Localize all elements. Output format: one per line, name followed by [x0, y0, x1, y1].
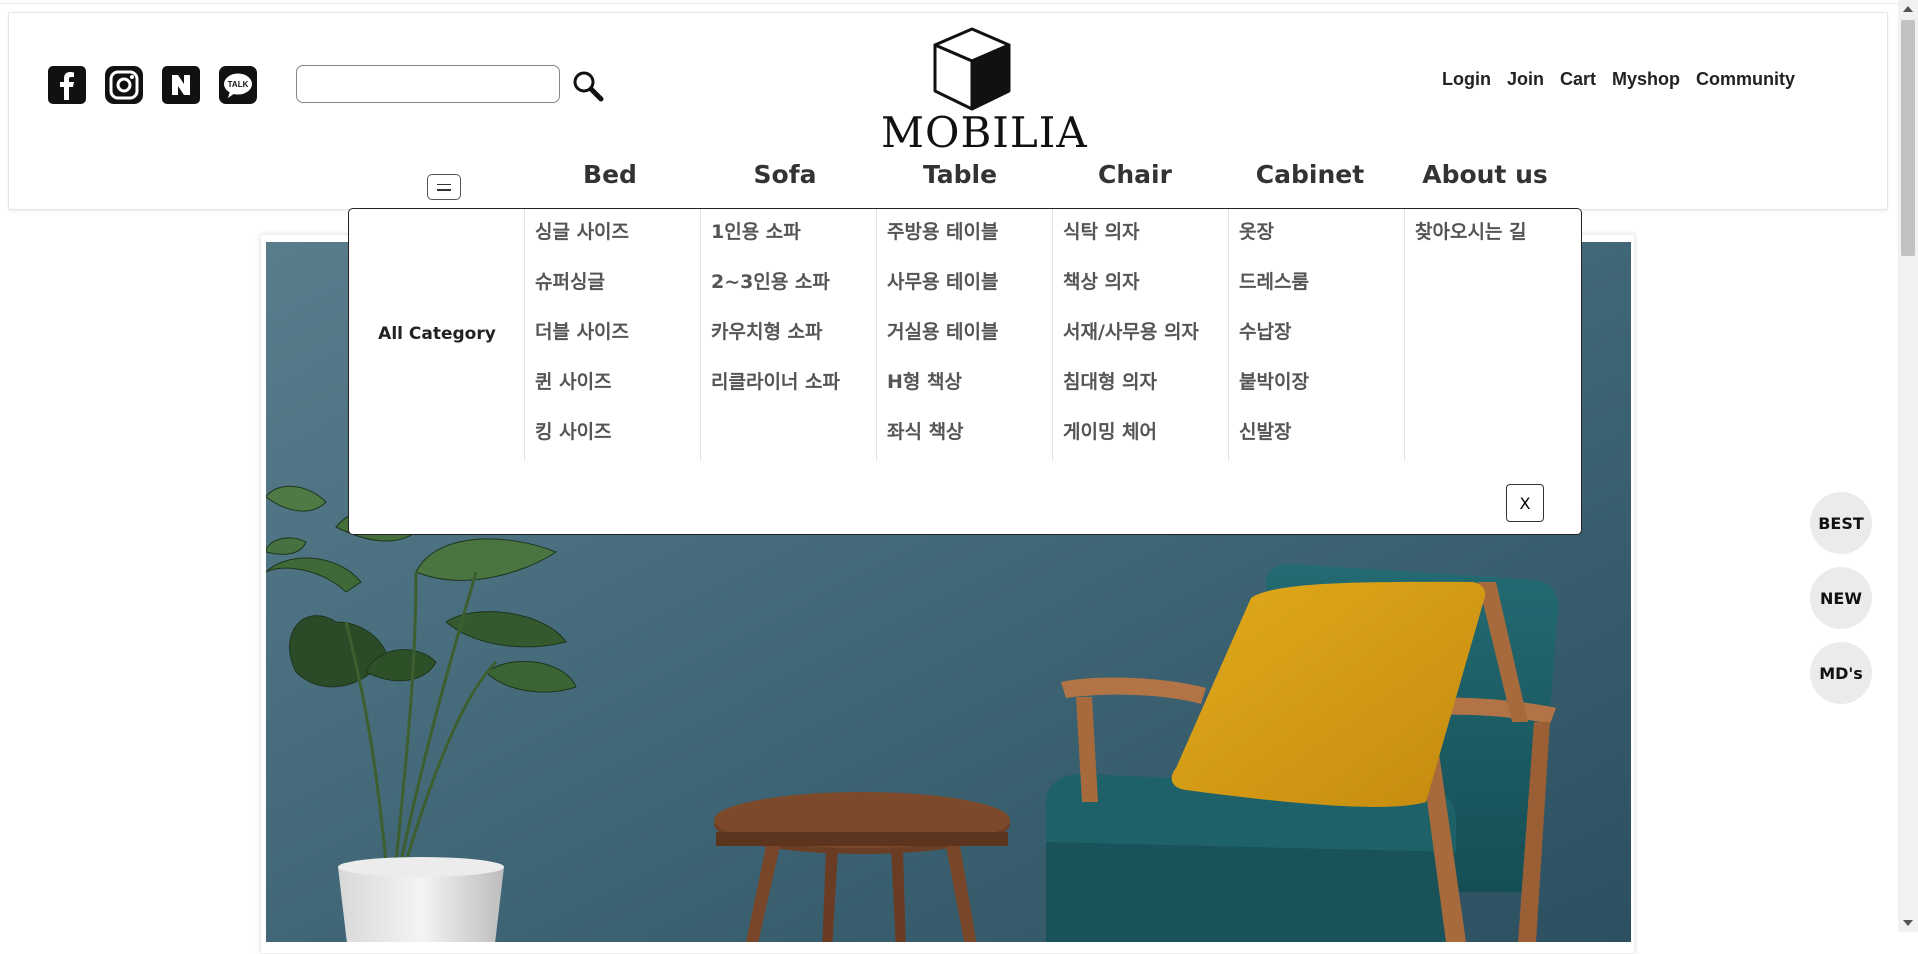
dropdown-column-sofa: 1인용 소파 2~3인용 소파 카우치형 소파 리클라이너 소파: [700, 209, 876, 461]
submenu-item[interactable]: 퀸 사이즈: [535, 359, 700, 409]
submenu-item[interactable]: 싱글 사이즈: [535, 209, 700, 259]
dropdown-column-bed: 싱글 사이즈 슈퍼싱글 더블 사이즈 퀸 사이즈 킹 사이즈: [524, 209, 700, 461]
scroll-down-arrow-icon[interactable]: [1903, 920, 1913, 926]
new-badge-button[interactable]: NEW: [1810, 567, 1872, 629]
submenu-item[interactable]: 사무용 테이블: [887, 259, 1052, 309]
category-dropdown: All Category 싱글 사이즈 슈퍼싱글 더블 사이즈 퀸 사이즈 킹 …: [348, 208, 1582, 535]
nav-bed[interactable]: Bed: [522, 160, 698, 189]
dropdown-column-table: 주방용 테이블 사무용 테이블 거실용 테이블 H형 책상 좌식 책상: [876, 209, 1052, 461]
submenu-item[interactable]: 침대형 의자: [1063, 359, 1228, 409]
best-badge-button[interactable]: BEST: [1810, 492, 1872, 554]
nav-chair[interactable]: Chair: [1047, 160, 1223, 189]
submenu-item[interactable]: 붙박이장: [1239, 359, 1404, 409]
submenu-item[interactable]: 거실용 테이블: [887, 309, 1052, 359]
submenu-item[interactable]: 서재/사무용 의자: [1063, 309, 1228, 359]
mds-badge-button[interactable]: MD's: [1810, 642, 1872, 704]
site-logo[interactable]: MOBILIA: [881, 27, 1087, 155]
nav-about-us[interactable]: About us: [1397, 160, 1573, 189]
category-nav: Bed Sofa Table Chair Cabinet About us: [0, 160, 1918, 196]
all-category-label: All Category: [378, 324, 496, 344]
submenu-item[interactable]: 식탁 의자: [1063, 209, 1228, 259]
submenu-item[interactable]: 옷장: [1239, 209, 1404, 259]
submenu-item[interactable]: 좌식 책상: [887, 409, 1052, 459]
instagram-icon[interactable]: [104, 65, 144, 105]
submenu-item[interactable]: 카우치형 소파: [711, 309, 876, 359]
logo-wordmark: MOBILIA: [881, 108, 1088, 157]
cube-logo-icon: [933, 27, 1011, 111]
submenu-item[interactable]: 주방용 테이블: [887, 209, 1052, 259]
naver-blog-icon[interactable]: [161, 65, 201, 105]
submenu-item[interactable]: 책상 의자: [1063, 259, 1228, 309]
dropdown-close-button[interactable]: X: [1506, 484, 1544, 522]
login-link[interactable]: Login: [1442, 69, 1491, 90]
nav-table[interactable]: Table: [872, 160, 1048, 189]
submenu-item[interactable]: 게이밍 체어: [1063, 409, 1228, 459]
submenu-item[interactable]: 2~3인용 소파: [711, 259, 876, 309]
facebook-icon[interactable]: [47, 65, 87, 105]
submenu-item[interactable]: 리클라이너 소파: [711, 359, 876, 409]
submenu-item[interactable]: 드레스룸: [1239, 259, 1404, 309]
browser-top-edge: [0, 0, 1898, 4]
submenu-item[interactable]: 더블 사이즈: [535, 309, 700, 359]
join-link[interactable]: Join: [1507, 69, 1544, 90]
nav-cabinet[interactable]: Cabinet: [1222, 160, 1398, 189]
community-link[interactable]: Community: [1696, 69, 1795, 90]
submenu-item[interactable]: 수납장: [1239, 309, 1404, 359]
nav-sofa[interactable]: Sofa: [697, 160, 873, 189]
cart-link[interactable]: Cart: [1560, 69, 1596, 90]
plant-pot: [338, 867, 504, 942]
search-input[interactable]: [296, 65, 560, 103]
scroll-up-arrow-icon[interactable]: [1903, 6, 1913, 12]
submenu-item[interactable]: 슈퍼싱글: [535, 259, 700, 309]
submenu-item[interactable]: 1인용 소파: [711, 209, 876, 259]
dropdown-column-chair: 식탁 의자 책상 의자 서재/사무용 의자 침대형 의자 게이밍 체어: [1052, 209, 1228, 461]
top-links: Login Join Cart Myshop Community: [1442, 69, 1795, 90]
search-icon[interactable]: [571, 69, 605, 103]
kakaotalk-icon[interactable]: TALK: [218, 65, 258, 105]
submenu-item[interactable]: 찾아오시는 길: [1415, 209, 1580, 259]
svg-text:TALK: TALK: [228, 80, 249, 89]
dropdown-column-cabinet: 옷장 드레스룸 수납장 붙박이장 신발장: [1228, 209, 1404, 461]
page-scrollbar[interactable]: [1898, 0, 1918, 932]
submenu-item[interactable]: 신발장: [1239, 409, 1404, 459]
scrollbar-thumb[interactable]: [1901, 20, 1915, 256]
submenu-item[interactable]: 킹 사이즈: [535, 409, 700, 459]
myshop-link[interactable]: Myshop: [1612, 69, 1680, 90]
dropdown-column-about: 찾아오시는 길: [1404, 209, 1580, 461]
submenu-item[interactable]: H형 책상: [887, 359, 1052, 409]
